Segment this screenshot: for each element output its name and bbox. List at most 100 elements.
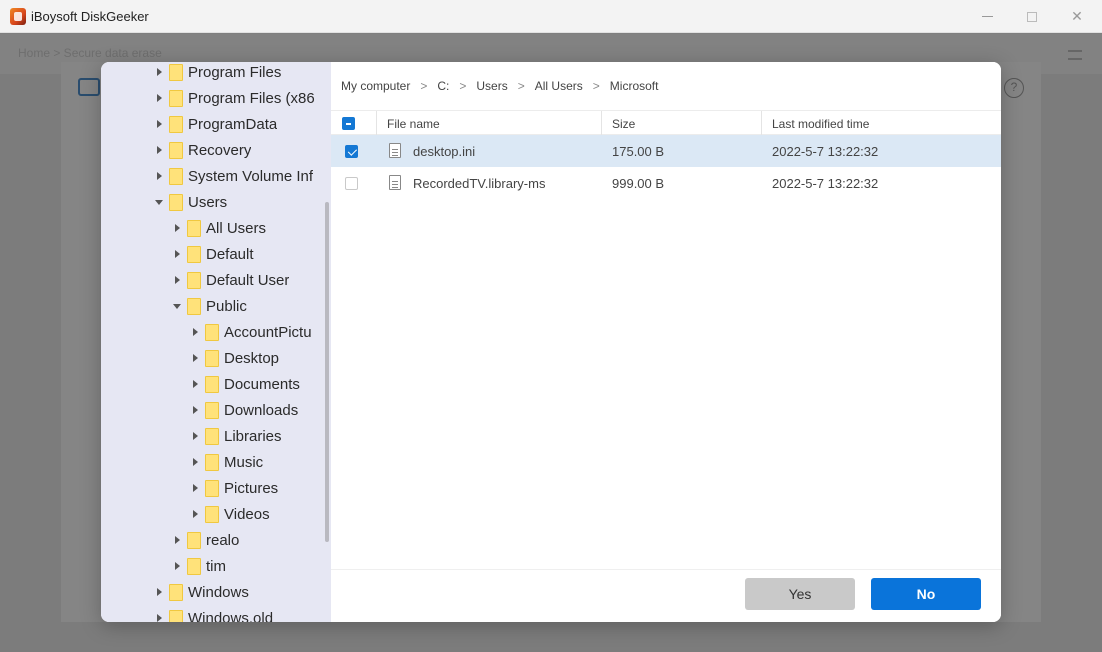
- column-header-modified[interactable]: Last modified time: [772, 117, 869, 131]
- tree-item[interactable]: Videos: [187, 501, 270, 527]
- tree-item[interactable]: realo: [169, 527, 239, 553]
- tree-item-label: Documents: [224, 375, 300, 393]
- folder-icon: [205, 453, 219, 471]
- close-button[interactable]: ✕: [1054, 0, 1100, 33]
- tree-item[interactable]: Program Files (x86: [151, 85, 315, 111]
- caret-right-icon[interactable]: [187, 324, 203, 340]
- caret-right-icon[interactable]: [187, 350, 203, 366]
- caret-right-icon[interactable]: [187, 454, 203, 470]
- caret-down-icon[interactable]: [151, 194, 167, 210]
- caret-right-icon[interactable]: [151, 116, 167, 132]
- folder-icon: [205, 479, 219, 497]
- tree-item[interactable]: AccountPictu: [187, 319, 312, 345]
- no-button[interactable]: No: [871, 578, 981, 610]
- file-modified: 2022-5-7 13:22:32: [772, 144, 879, 159]
- caret-right-icon[interactable]: [187, 480, 203, 496]
- tree-item-label: Videos: [224, 505, 270, 523]
- file-icon: [389, 175, 401, 190]
- yes-button[interactable]: Yes: [745, 578, 855, 610]
- tree-item[interactable]: Pictures: [187, 475, 278, 501]
- tree-item-label: Public: [206, 297, 247, 315]
- breadcrumb-item[interactable]: Users: [476, 79, 507, 93]
- tree-item-label: AccountPictu: [224, 323, 312, 341]
- caret-right-icon[interactable]: [169, 532, 185, 548]
- tree-item[interactable]: Windows: [151, 579, 249, 605]
- footer-divider: [331, 569, 1001, 570]
- folder-tree[interactable]: Program Files Program Files (x86 ProgramDa…: [101, 62, 331, 622]
- tree-item-label: Recovery: [188, 141, 252, 159]
- tree-item-label: Default: [206, 245, 254, 263]
- caret-right-icon[interactable]: [151, 584, 167, 600]
- tree-item[interactable]: ProgramData: [151, 111, 277, 137]
- tree-item[interactable]: All Users: [169, 215, 266, 241]
- caret-right-icon[interactable]: [169, 246, 185, 262]
- file-list-header: File name Size Last modified time: [331, 110, 1001, 135]
- tree-item[interactable]: Recovery: [151, 137, 251, 163]
- tree-item[interactable]: Public: [169, 293, 247, 319]
- app-title: iBoysoft DiskGeeker: [31, 9, 149, 24]
- file-list-panel: My computer > C: > Users > All Users > Microsoft…: [331, 62, 1001, 622]
- title-bar: iBoysoft DiskGeeker ✕: [0, 0, 1102, 33]
- file-row[interactable]: desktop.ini 175.00 B 2022-5-7 13:22:32: [331, 135, 1001, 167]
- folder-icon: [169, 167, 183, 185]
- breadcrumb-item[interactable]: Microsoft: [610, 79, 659, 93]
- tree-item[interactable]: System Volume Inf: [151, 163, 313, 189]
- tree-item[interactable]: Users: [151, 189, 227, 215]
- caret-right-icon[interactable]: [151, 64, 167, 80]
- tree-item-label: Program Files: [188, 63, 282, 81]
- caret-down-icon[interactable]: [169, 298, 185, 314]
- caret-right-icon[interactable]: [169, 558, 185, 574]
- tree-item[interactable]: Libraries: [187, 423, 282, 449]
- tree-item[interactable]: Downloads: [187, 397, 298, 423]
- column-header-name[interactable]: File name: [387, 117, 440, 131]
- tree-item[interactable]: tim: [169, 553, 226, 579]
- folder-icon: [169, 583, 183, 601]
- file-row[interactable]: RecordedTV.library-ms 999.00 B 2022-5-7 13…: [331, 167, 1001, 199]
- column-header-size[interactable]: Size: [612, 117, 635, 131]
- caret-right-icon[interactable]: [187, 402, 203, 418]
- file-checkbox[interactable]: [345, 145, 358, 158]
- file-checkbox[interactable]: [345, 177, 358, 190]
- file-size: 175.00 B: [612, 144, 665, 159]
- caret-right-icon[interactable]: [151, 168, 167, 184]
- file-name: RecordedTV.library-ms: [413, 176, 546, 191]
- caret-right-icon[interactable]: [187, 506, 203, 522]
- caret-right-icon[interactable]: [187, 428, 203, 444]
- minimize-icon: [981, 16, 993, 17]
- tree-item-label: All Users: [206, 219, 267, 237]
- folder-icon: [169, 141, 183, 159]
- folder-icon: [205, 323, 219, 341]
- background-breadcrumb: Home > Secure data erase: [18, 46, 162, 60]
- caret-right-icon[interactable]: [151, 142, 167, 158]
- tree-item[interactable]: Default: [169, 241, 254, 267]
- caret-right-icon[interactable]: [169, 220, 185, 236]
- folder-icon: [187, 219, 201, 237]
- caret-right-icon[interactable]: [151, 90, 167, 106]
- folder-icon: [169, 115, 183, 133]
- caret-right-icon[interactable]: [151, 610, 167, 622]
- breadcrumb-item[interactable]: All Users: [535, 79, 583, 93]
- tree-scrollbar[interactable]: [325, 202, 329, 542]
- maximize-button[interactable]: [1009, 0, 1055, 33]
- breadcrumb-item[interactable]: My computer: [341, 79, 410, 93]
- folder-icon: [169, 63, 183, 81]
- chevron-right-icon: >: [420, 79, 428, 93]
- tree-item-label: Users: [188, 193, 228, 211]
- folder-icon: [169, 89, 183, 107]
- tree-item[interactable]: Desktop: [187, 345, 279, 371]
- breadcrumb-item[interactable]: C:: [437, 79, 449, 93]
- tree-item[interactable]: Windows.old: [151, 605, 273, 622]
- caret-right-icon[interactable]: [187, 376, 203, 392]
- folder-icon: [205, 401, 219, 419]
- tree-item[interactable]: Music: [187, 449, 263, 475]
- help-icon: ?: [1004, 78, 1024, 98]
- chevron-right-icon: >: [459, 79, 467, 93]
- folder-icon: [187, 271, 201, 289]
- caret-right-icon[interactable]: [169, 272, 185, 288]
- tree-item[interactable]: Documents: [187, 371, 300, 397]
- select-all-checkbox[interactable]: [342, 117, 355, 130]
- chevron-right-icon: >: [517, 79, 525, 93]
- tree-item[interactable]: Program Files: [151, 62, 281, 85]
- minimize-button[interactable]: [964, 0, 1010, 33]
- tree-item[interactable]: Default User: [169, 267, 289, 293]
